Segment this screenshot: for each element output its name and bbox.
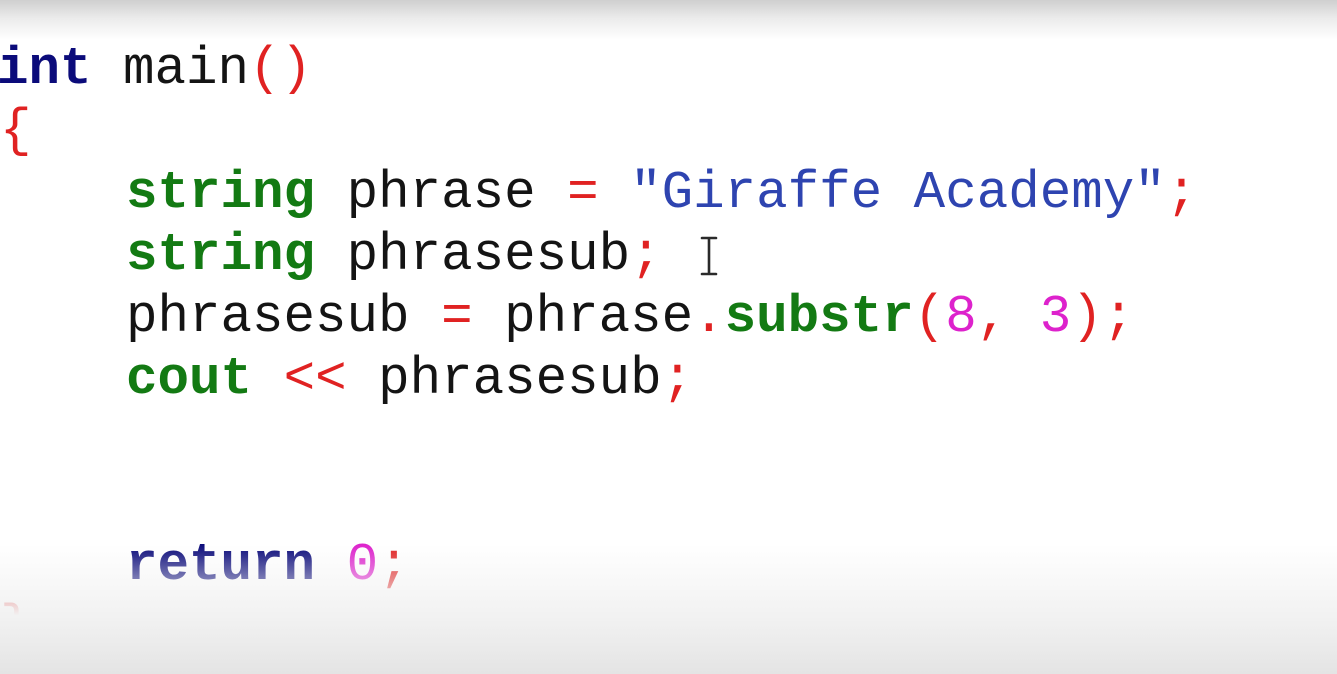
code-token-ident [0,349,126,409]
code-token-fn: substr [724,287,914,347]
code-token-punc: ( [913,287,946,347]
code-token-op: = [567,163,599,223]
code-token-punc: ; [378,535,410,595]
code-editor[interactable]: int main(){ string phrase = "Giraffe Aca… [0,0,1337,674]
code-token-num: 8 [945,287,977,347]
code-line[interactable]: phrasesub = phrase.substr(8, 3); [0,286,1197,348]
code-token-punc: ; [1165,163,1198,223]
code-token-punc: , [976,287,1040,347]
code-token-ident: phrasesub [315,225,631,285]
code-token-kw: return [126,535,316,595]
code-token-punc: ; [661,349,694,409]
code-token-num: 3 [1039,287,1072,347]
code-token-punc: { [0,101,32,161]
code-token-ident [599,163,631,223]
code-token-ident: main [91,39,250,99]
code-line[interactable]: } [0,596,1197,658]
code-token-ident [0,225,126,285]
code-token-punc: () [249,39,313,99]
code-token-punc: ; [630,225,662,285]
code-token-ident: phrasesub [0,287,442,347]
code-token-str: "Giraffe Academy" [630,163,1166,223]
code-token-ident [0,163,126,223]
code-token-ident [252,349,284,409]
code-area[interactable]: int main(){ string phrase = "Giraffe Aca… [0,38,1197,658]
code-token-num: 0 [346,535,379,595]
text-cursor-icon [700,236,718,276]
code-token-type: string [126,225,316,285]
code-token-ident: phrase [315,163,568,223]
code-token-op: << [283,349,347,409]
code-token-ident: phrasesub [346,349,662,409]
code-token-ident [0,535,126,595]
code-line[interactable]: string phrasesub; [0,224,1197,286]
code-token-type: cout [126,349,253,409]
code-token-type: string [126,163,316,223]
code-line[interactable] [0,472,1197,534]
code-line[interactable]: cout << phrasesub; [0,348,1197,410]
code-token-ident: phrase [472,287,694,347]
top-shadow [0,0,1337,40]
code-line[interactable]: return 0; [0,534,1197,596]
code-token-punc: . [693,287,725,347]
code-token-punc: } [0,597,32,657]
code-line[interactable]: { [0,100,1197,162]
code-token-kw: int [0,39,92,99]
code-token-ident [315,535,347,595]
code-line[interactable] [0,410,1197,472]
code-line[interactable]: int main() [0,38,1197,100]
code-token-punc: ); [1071,287,1135,347]
code-line[interactable]: string phrase = "Giraffe Academy"; [0,162,1197,224]
code-token-op: = [441,287,473,347]
